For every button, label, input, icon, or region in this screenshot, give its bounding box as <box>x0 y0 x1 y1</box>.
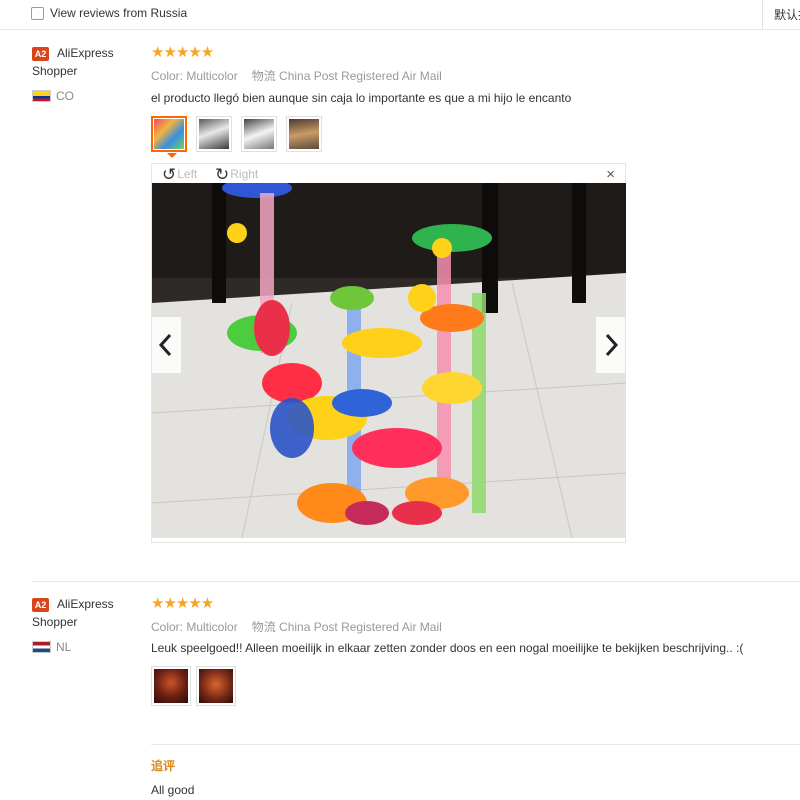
rotate-left-label: Left <box>177 167 198 181</box>
order-shipping: 物流 China Post Registered Air Mail <box>251 69 442 83</box>
order-info: Color: Multicolor 物流 China Post Registere… <box>151 67 442 84</box>
review-photo-thumbnail[interactable] <box>241 116 277 152</box>
followup-label: 追评 <box>151 759 176 773</box>
photo-viewer: ↺Left ↻Right × <box>151 163 626 543</box>
review-text: Leuk speelgoed!! Alleen moeilijk in elka… <box>151 641 744 655</box>
reviewer-name: AliExpress Shopper <box>32 597 114 629</box>
reviewer-country: NL <box>56 640 72 654</box>
review-photo-thumbnail[interactable] <box>151 666 191 706</box>
russia-filter-label[interactable]: View reviews from Russia <box>50 6 187 20</box>
review-text: el producto llegó bien aunque sin caja l… <box>151 91 572 105</box>
followup-divider <box>151 744 800 745</box>
review-photo-thumbnail[interactable] <box>286 116 322 152</box>
rotate-right-icon: ↻ <box>215 165 230 184</box>
followup-text: All good <box>151 783 195 797</box>
review-photo <box>152 183 626 538</box>
sort-dropdown[interactable]: 默认排序 <box>762 0 800 29</box>
review-photo-thumbnail[interactable] <box>196 116 232 152</box>
review-photo-thumbnail[interactable] <box>151 116 187 152</box>
selected-thumbnail-indicator <box>167 153 177 158</box>
rotate-right-button[interactable]: ↻Right <box>215 165 258 185</box>
country-flag-icon <box>32 90 51 102</box>
order-shipping: 物流 China Post Registered Air Mail <box>251 620 442 634</box>
next-photo-button[interactable] <box>596 317 625 373</box>
order-info: Color: Multicolor 物流 China Post Registere… <box>151 618 442 635</box>
reviewer-country: CO <box>56 89 74 103</box>
country-flag-icon <box>32 641 51 653</box>
order-color: Color: Multicolor <box>151 620 238 634</box>
filter-bar: View reviews from Russia 默认排序 <box>0 0 800 30</box>
review-photo-thumbnail[interactable] <box>196 666 236 706</box>
star-rating: ★★★★★ <box>151 595 214 612</box>
review-divider <box>32 581 800 582</box>
close-icon[interactable]: × <box>606 166 615 183</box>
chevron-right-icon <box>605 333 619 357</box>
order-color: Color: Multicolor <box>151 69 238 83</box>
rotate-left-button[interactable]: ↺Left <box>162 165 197 185</box>
photo-viewer-toolbar: ↺Left ↻Right × <box>152 164 625 184</box>
rotate-left-icon: ↺ <box>162 165 177 184</box>
reviewer-name: AliExpress Shopper <box>32 46 114 78</box>
previous-photo-button[interactable] <box>152 317 181 373</box>
star-rating: ★★★★★ <box>151 44 214 61</box>
rotate-right-label: Right <box>230 167 259 181</box>
chevron-left-icon <box>158 333 172 357</box>
russia-filter-checkbox[interactable] <box>31 7 44 20</box>
